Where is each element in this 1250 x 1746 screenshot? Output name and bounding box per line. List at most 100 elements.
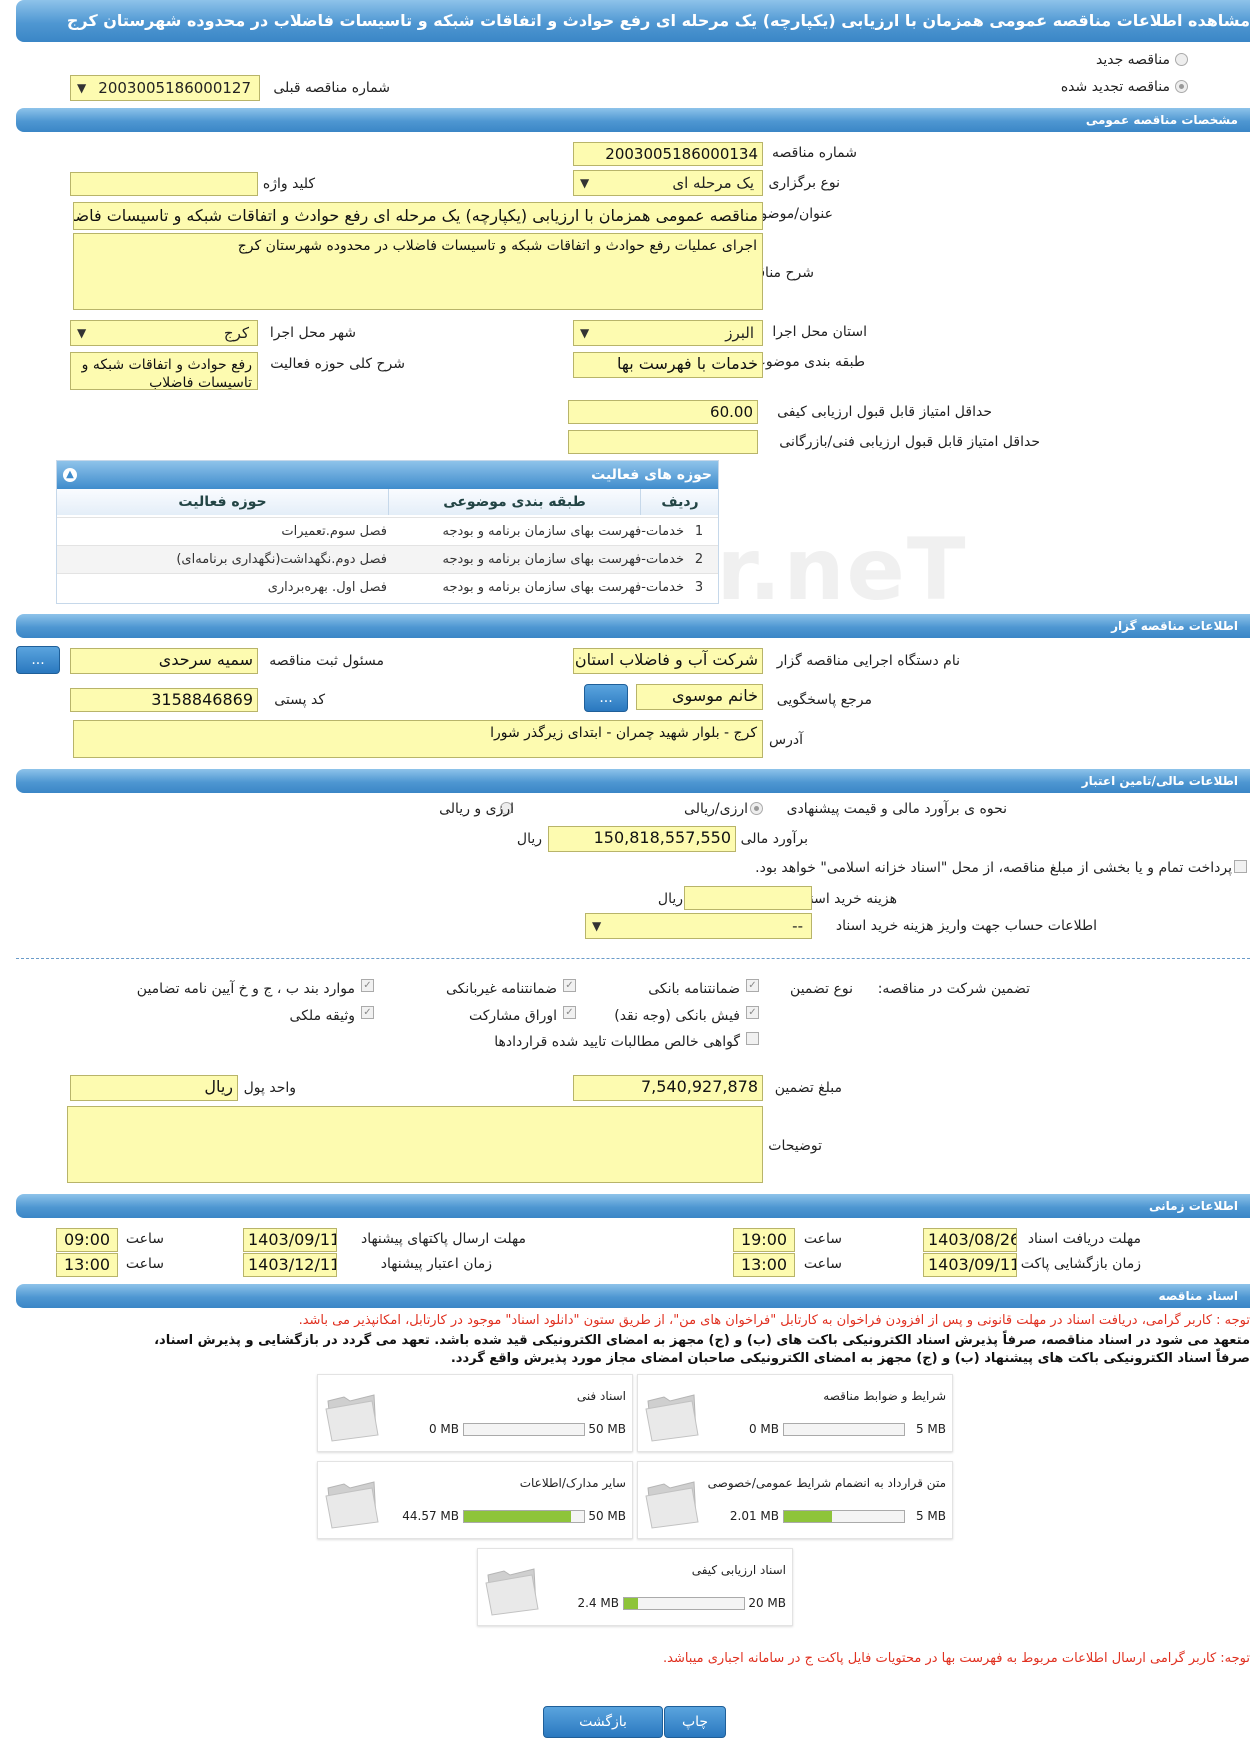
document-tile[interactable]: سایر مدارک/اطلاعات 50 MB 44.57 MB — [317, 1461, 633, 1539]
tile-max-size: 50 MB — [588, 1509, 626, 1523]
document-tile[interactable]: اسناد ارزیابی کیفی 20 MB 2.4 MB — [477, 1548, 793, 1626]
address-label: آدرس — [769, 732, 803, 748]
keyword-label: کلید واژه — [262, 176, 315, 192]
collapse-icon[interactable]: ▲ — [63, 468, 77, 482]
number-label: شماره مناقصه — [772, 145, 857, 161]
unit-field[interactable]: ریال — [70, 1075, 238, 1101]
t4-field[interactable]: 13:00 — [56, 1253, 118, 1277]
guarantee-item-2: ضمانتنامه غیربانکی — [445, 981, 557, 997]
method-radio-1[interactable] — [750, 802, 763, 815]
ref-label: مرجع پاسخگویی — [776, 692, 872, 708]
tile-max-size: 5 MB — [915, 1509, 946, 1523]
guarantee-checkbox-2[interactable]: ✓ — [563, 979, 576, 992]
number-field[interactable]: 2003005186000134 — [573, 142, 763, 166]
table-row[interactable]: 1 خدمات-فهرست بهای سازمان برنامه و بودجه… — [57, 517, 718, 545]
guarantee-checkbox-7[interactable] — [746, 1032, 759, 1045]
new-tender-radio[interactable] — [1175, 53, 1188, 66]
table-row[interactable]: 3 خدمات-فهرست بهای سازمان برنامه و بودجه… — [57, 573, 718, 601]
estimate-unit: ریال — [516, 831, 542, 847]
guarantee-item-5: اوراق مشارکت — [468, 1008, 557, 1024]
scope-label: شرح کلی حوزه فعالیت — [270, 356, 405, 372]
amount-field[interactable]: 7,540,927,878 — [573, 1075, 763, 1101]
docs-note-1: توجه : کاربر گرامی، دریافت اسناد در مهلت… — [298, 1313, 1250, 1328]
doc-cost-unit: ریال — [657, 891, 683, 907]
notes-field[interactable] — [67, 1106, 763, 1183]
t2-field[interactable]: 09:00 — [56, 1228, 118, 1252]
resp-browse-button[interactable]: ... — [16, 646, 60, 674]
guarantee-item-6: وثیقه ملکی — [289, 1008, 355, 1024]
type-label: نوع برگزاری — [768, 175, 840, 191]
category-field[interactable]: خدمات با فهرست بها — [573, 352, 763, 378]
guarantee-item-3: موارد بند ب ، ج و خ آیین نامه تضامین — [136, 981, 355, 997]
folder-icon — [644, 1385, 700, 1443]
renewed-tender-label: مناقصه تجدید شده — [1060, 79, 1170, 95]
city-select[interactable]: کرج ▼ — [70, 320, 258, 346]
t1-label: ساعت — [803, 1231, 842, 1247]
row-field: فصل اول. بهره‌برداری — [267, 580, 387, 595]
docs-section-header: اسناد مناقصه — [16, 1284, 1250, 1308]
province-select[interactable]: البرز ▼ — [573, 320, 763, 346]
send-field[interactable]: 1403/09/11 — [243, 1228, 337, 1252]
tile-progress-fill — [784, 1511, 833, 1522]
min-tech-field[interactable] — [568, 430, 758, 454]
guarantee-item-4: فیش بانکی (وجه نقد) — [614, 1008, 740, 1024]
resp-field[interactable]: سمیه سرحدی — [70, 648, 258, 674]
city-value: کرج — [223, 324, 249, 342]
guarantee-checkbox-5[interactable]: ✓ — [563, 1006, 576, 1019]
folder-icon — [644, 1472, 700, 1530]
table-row[interactable]: 2 خدمات-فهرست بهای سازمان برنامه و بودجه… — [57, 545, 718, 573]
renewed-tender-radio[interactable] — [1175, 80, 1188, 93]
estimate-field[interactable]: 150,818,557,550 — [548, 826, 736, 852]
guarantee-checkbox-1[interactable]: ✓ — [746, 979, 759, 992]
t4-label: ساعت — [125, 1256, 164, 1272]
document-tile[interactable]: شرایط و ضوابط مناقصه 5 MB 0 MB — [637, 1374, 953, 1452]
back-button[interactable]: بازگشت — [543, 1706, 663, 1738]
document-tile[interactable]: متن قرارداد به انضمام شرایط عمومی/خصوصی 5… — [637, 1461, 953, 1539]
tile-used-size: 2.01 MB — [729, 1509, 779, 1523]
col-category: طبقه بندی موضوعی — [389, 489, 641, 515]
t2-label: ساعت — [125, 1231, 164, 1247]
city-label: شهر محل اجرا — [269, 325, 356, 341]
guarantee-checkbox-6[interactable]: ✓ — [361, 1006, 374, 1019]
t3-field[interactable]: 13:00 — [733, 1253, 795, 1277]
valid-field[interactable]: 1403/12/11 — [243, 1253, 337, 1277]
prev-number-select[interactable]: 2003005186000127 ▼ — [70, 75, 260, 101]
chevron-down-icon: ▼ — [580, 326, 590, 340]
tile-max-size: 50 MB — [588, 1422, 626, 1436]
col-row: ردیف — [641, 489, 718, 515]
row-category: خدمات-فهرست بهای سازمان برنامه و بودجه — [442, 552, 684, 567]
postal-field[interactable]: 3158846869 — [70, 688, 258, 712]
subject-field[interactable]: مناقصه عمومی همزمان با ارزیابی (یکپارچه)… — [73, 202, 763, 230]
col-field: حوزه فعالیت — [57, 489, 389, 515]
org-field[interactable]: شرکت آب و فاضلاب استان — [573, 648, 763, 674]
open-field[interactable]: 1403/09/11 — [923, 1253, 1017, 1277]
document-tile[interactable]: اسناد فنی 50 MB 0 MB — [317, 1374, 633, 1452]
tile-name: سایر مدارک/اطلاعات — [519, 1476, 626, 1490]
min-quality-field[interactable]: 60.00 — [568, 400, 758, 424]
print-button[interactable]: چاپ — [664, 1706, 726, 1738]
estimate-label: برآورد مالی — [740, 831, 808, 847]
ref-browse-button[interactable]: ... — [584, 684, 628, 712]
activities-title: حوزه های فعالیت — [591, 467, 712, 483]
scope-field[interactable]: رفع حوادث و اتفاقات شبکه و تاسیسات فاضلا… — [70, 352, 258, 390]
tile-used-size: 2.4 MB — [577, 1596, 619, 1610]
ref-field[interactable]: خانم موسوی — [636, 684, 763, 710]
doc-get-field[interactable]: 1403/08/26 — [923, 1228, 1017, 1252]
doc-cost-field[interactable] — [684, 886, 812, 910]
guarantee-checkbox-3[interactable]: ✓ — [361, 979, 374, 992]
desc-field[interactable]: اجرای عملیات رفع حوادث و اتفاقات شبکه و … — [73, 233, 763, 310]
row-field: فصل دوم.نگهداشت(نگهداری برنامه‌ای) — [176, 552, 387, 567]
row-number: 2 — [694, 552, 704, 567]
chevron-down-icon: ▼ — [77, 81, 87, 95]
chevron-down-icon: ▼ — [77, 326, 87, 340]
guarantee-item-7: گواهی خالص مطالبات تایید شده قراردادها — [494, 1034, 740, 1050]
postal-label: کد پستی — [274, 692, 325, 708]
treasury-checkbox[interactable] — [1234, 860, 1247, 873]
keyword-field[interactable] — [70, 172, 258, 196]
activities-grid: حوزه های فعالیت ▲ ردیف طبقه بندی موضوعی ح… — [56, 460, 719, 604]
t1-field[interactable]: 19:00 — [733, 1228, 795, 1252]
type-select[interactable]: یک مرحله ای ▼ — [573, 170, 763, 196]
address-field[interactable]: کرج - بلوار شهید چمران - ابتدای زیرگذر ش… — [73, 720, 763, 758]
guarantee-checkbox-4[interactable]: ✓ — [746, 1006, 759, 1019]
account-select[interactable]: -- ▼ — [585, 913, 812, 939]
